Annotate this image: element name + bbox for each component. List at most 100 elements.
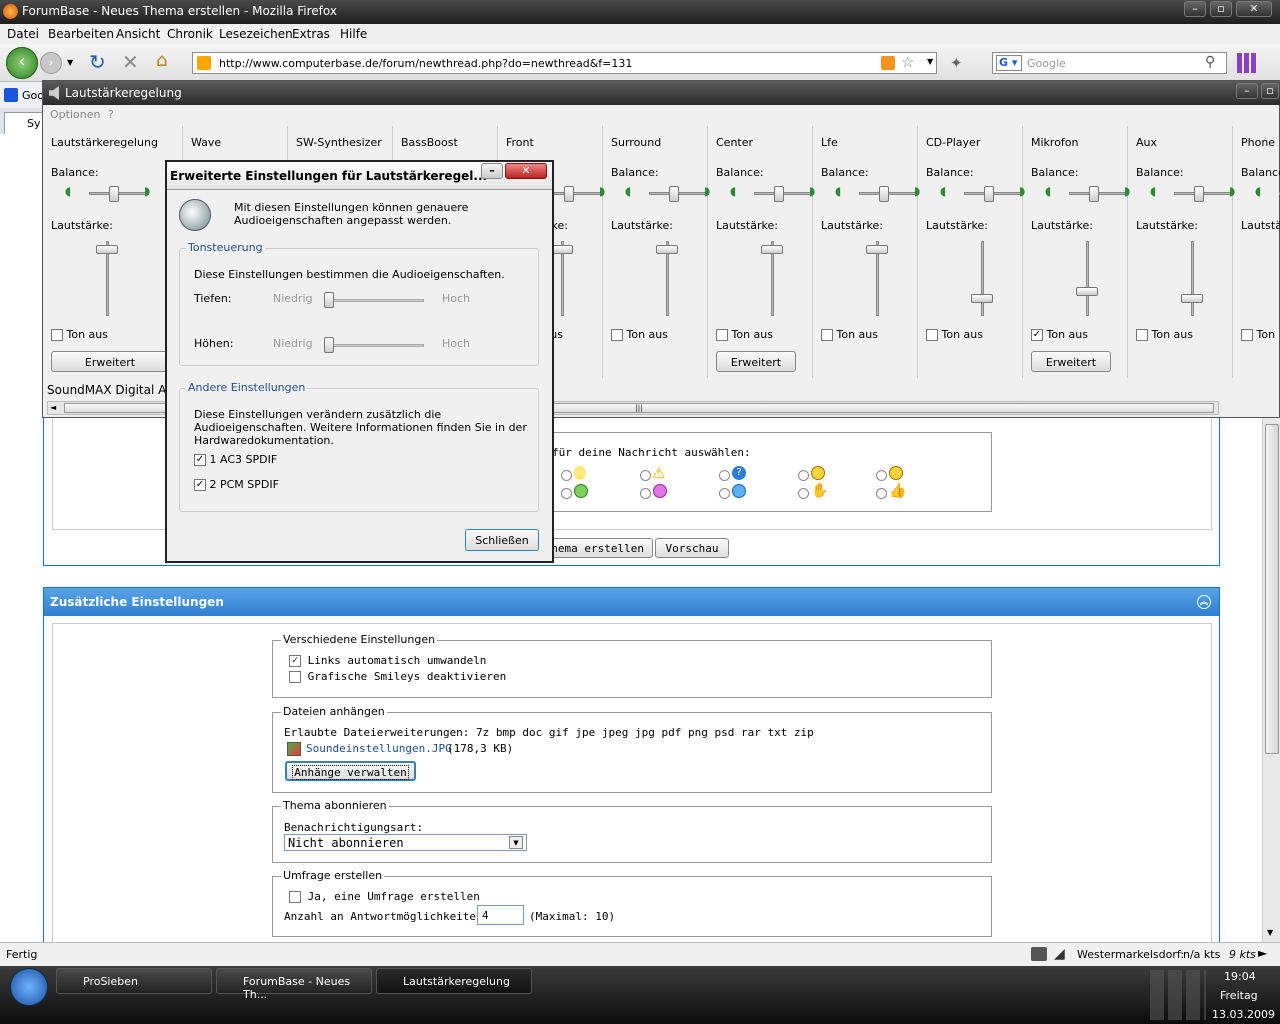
advanced-button[interactable]: Erweitert <box>1031 351 1111 372</box>
checkbox[interactable] <box>716 329 728 341</box>
checkbox[interactable]: ✓ <box>1031 329 1043 341</box>
checkbox[interactable] <box>611 329 623 341</box>
close-dialog-button[interactable]: Schließen <box>465 529 539 551</box>
mute-checkbox[interactable]: Ton aus <box>1136 328 1193 341</box>
balance-thumb[interactable] <box>1089 186 1099 202</box>
mute-checkbox[interactable]: Ton <box>1241 328 1275 341</box>
notify-select[interactable]: Nicht abonnieren ▼ <box>284 834 527 851</box>
task-mixer[interactable]: Lautstärkeregelung <box>376 968 532 994</box>
checkbox[interactable] <box>1136 329 1148 341</box>
volume-thumb[interactable] <box>971 294 993 303</box>
menu-chronik[interactable]: Chronik <box>167 27 213 41</box>
scroll-left-icon[interactable]: ◄ <box>50 403 56 412</box>
minimize-button[interactable]: – <box>1184 1 1206 17</box>
checkbox[interactable] <box>51 329 63 341</box>
volume-thumb[interactable] <box>1181 294 1203 303</box>
volume-slider[interactable] <box>1086 241 1089 316</box>
menu-hilfe[interactable]: Hilfe <box>340 27 367 41</box>
balance-slider[interactable] <box>964 192 1024 195</box>
maximize-button[interactable]: ▫ <box>1210 1 1232 17</box>
advanced-button[interactable]: Erweitert <box>51 351 169 372</box>
volume-thumb[interactable] <box>1076 287 1098 296</box>
balance-slider[interactable] <box>89 192 149 195</box>
balance-thumb[interactable] <box>109 186 119 202</box>
attachment-link[interactable]: Soundeinstellungen.JPG <box>306 742 452 755</box>
close-button[interactable]: ✕ <box>1236 1 1272 17</box>
checkbox[interactable]: ✓ <box>194 454 206 466</box>
volume-thumb[interactable] <box>656 245 678 254</box>
bookmark-google[interactable]: Goo <box>22 89 44 102</box>
rss-icon[interactable] <box>881 56 895 70</box>
url-bar[interactable]: http://www.computerbase.de/forum/newthre… <box>192 52 937 74</box>
advanced-button[interactable]: Erweitert <box>716 351 796 372</box>
volume-thumb[interactable] <box>96 245 118 254</box>
mute-checkbox[interactable]: Ton aus <box>716 328 773 341</box>
icon-radio[interactable] <box>719 470 730 481</box>
checkbox[interactable] <box>926 329 938 341</box>
bass-slider-thumb[interactable] <box>324 292 334 308</box>
balance-thumb[interactable] <box>879 186 889 202</box>
icon-radio[interactable] <box>876 470 887 481</box>
apps-grid-icon[interactable] <box>1237 53 1257 73</box>
balance-thumb[interactable] <box>1194 186 1204 202</box>
balance-thumb[interactable] <box>564 186 574 202</box>
task-firefox[interactable]: ForumBase - Neues Th... <box>216 968 372 1001</box>
menu-lesezeichen[interactable]: Lesezeichen <box>219 27 293 41</box>
mute-checkbox[interactable]: Ton aus <box>821 328 878 341</box>
manage-attachments-button[interactable]: Anhänge verwalten <box>285 761 416 781</box>
misc-option-smileys[interactable]: Grafische Smileys deaktivieren <box>289 670 506 683</box>
balance-thumb[interactable] <box>774 186 784 202</box>
icon-radio[interactable] <box>561 470 572 481</box>
icon-radio[interactable] <box>640 488 651 499</box>
extra-settings-header[interactable]: Zusätzliche Einstellungen ︽ <box>44 588 1219 616</box>
scroll-thumb[interactable] <box>1265 424 1279 754</box>
start-button[interactable] <box>10 968 48 1006</box>
poll-count-input[interactable]: 4 <box>477 905 524 925</box>
icon-radio[interactable] <box>561 488 572 499</box>
submit-thread-button[interactable]: hema erstellen <box>544 538 653 558</box>
chevron-down-icon[interactable]: ▼ <box>509 836 523 849</box>
url-dropdown-icon[interactable]: ▼ <box>927 57 933 66</box>
icon-radio[interactable] <box>719 488 730 499</box>
icon-radio[interactable] <box>798 488 809 499</box>
collapse-icon[interactable]: ︽ <box>1197 595 1211 609</box>
poll-option[interactable]: Ja, eine Umfrage erstellen <box>289 890 480 903</box>
balance-slider[interactable] <box>859 192 919 195</box>
stop-icon[interactable]: ✕ <box>122 50 139 74</box>
treble-slider-thumb[interactable] <box>324 337 334 353</box>
reload-icon[interactable]: ↻ <box>89 50 106 74</box>
volume-thumb[interactable] <box>551 245 573 254</box>
icon-radio[interactable] <box>876 488 887 499</box>
back-icon[interactable]: ‹ <box>6 47 38 79</box>
dialog-close-button[interactable]: ✕ <box>505 163 547 179</box>
preview-button[interactable]: Vorschau <box>655 538 729 558</box>
menu-datei[interactable]: Datei <box>7 27 39 41</box>
checkbox[interactable]: ✓ <box>194 479 206 491</box>
volume-slider[interactable] <box>1191 241 1194 316</box>
checkbox[interactable] <box>1241 329 1253 341</box>
checkbox[interactable]: ✓ <box>289 655 301 667</box>
tab-active[interactable]: Sy <box>4 112 44 134</box>
icon-radio[interactable] <box>640 470 651 481</box>
history-dropdown-icon[interactable]: ▼ <box>67 58 73 67</box>
mute-checkbox[interactable]: Ton aus <box>926 328 983 341</box>
volume-thumb[interactable] <box>761 245 783 254</box>
mute-checkbox[interactable]: Ton aus <box>611 328 668 341</box>
addon-icon[interactable]: ✦ <box>950 54 963 72</box>
balance-slider[interactable] <box>1069 192 1129 195</box>
scroll-down-icon[interactable]: ▼ <box>1267 928 1273 937</box>
menu-bearbeiten[interactable]: Bearbeiten <box>48 27 114 41</box>
mute-checkbox[interactable]: ✓ Ton aus <box>1031 328 1088 341</box>
misc-option-links[interactable]: ✓ Links automatisch umwandeln <box>289 654 486 667</box>
search-icon[interactable]: ⚲ <box>1205 54 1215 70</box>
search-input[interactable]: G ▾ Google ⚲ <box>992 52 1227 74</box>
volume-thumb[interactable] <box>866 245 888 254</box>
menu-extras[interactable]: Extras <box>292 27 330 41</box>
balance-slider[interactable] <box>754 192 814 195</box>
balance-slider[interactable] <box>649 192 709 195</box>
treble-slider[interactable] <box>326 344 424 347</box>
balance-slider[interactable] <box>1174 192 1234 195</box>
bookmark-star-icon[interactable]: ☆ <box>901 53 914 71</box>
task-prosieben[interactable]: ProSieben <box>56 968 212 994</box>
home-icon[interactable]: ⌂ <box>156 50 167 71</box>
